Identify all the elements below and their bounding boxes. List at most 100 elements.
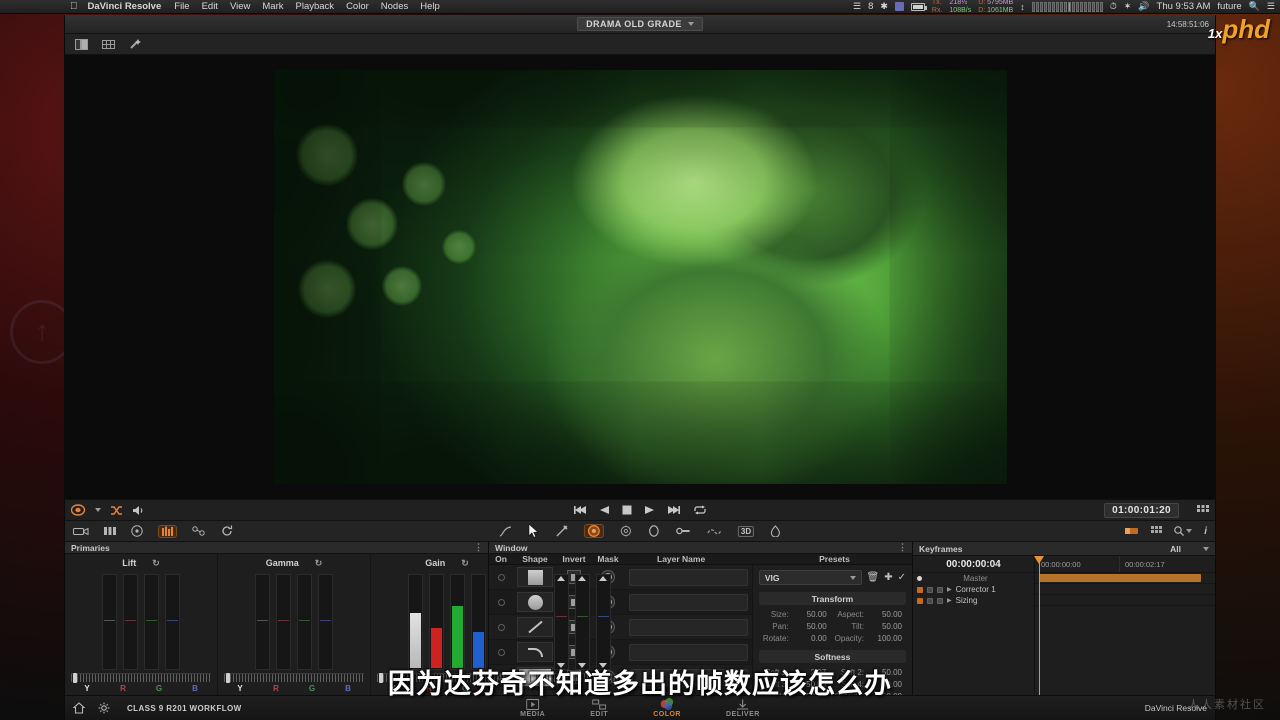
highlight-icon[interactable]: [1125, 526, 1139, 536]
app-indicator-icon[interactable]: [894, 2, 904, 11]
curves-icon[interactable]: [499, 525, 512, 537]
skip-to-end-icon[interactable]: [667, 505, 681, 515]
play-icon[interactable]: [644, 505, 655, 515]
linear-shape-icon[interactable]: [513, 617, 557, 637]
preset-select[interactable]: VIG: [758, 570, 862, 585]
tab-edit[interactable]: EDIT: [590, 699, 608, 718]
loop-icon[interactable]: [693, 505, 707, 515]
grid-view-icon[interactable]: [102, 39, 115, 50]
picker-icon[interactable]: [556, 525, 568, 537]
list-icon[interactable]: ☰: [1267, 1, 1275, 12]
battery-icon[interactable]: [910, 2, 927, 11]
stop-icon[interactable]: [622, 505, 632, 515]
menu-playback[interactable]: Playback: [296, 1, 335, 12]
menu-view[interactable]: View: [230, 1, 250, 12]
param-tilt[interactable]: Tilt: 50.00: [835, 622, 902, 631]
window-enable-toggle[interactable]: [489, 598, 513, 606]
slider-b[interactable]: [471, 574, 486, 670]
reset-icon[interactable]: ↻: [152, 558, 160, 569]
home-icon[interactable]: [73, 702, 85, 714]
layer-name-field[interactable]: [629, 618, 748, 636]
param-opacity[interactable]: Opacity: 100.00: [835, 634, 902, 643]
keyframes-row-corrector1[interactable]: ▶ Corrector 1: [913, 584, 1034, 595]
window-enable-toggle[interactable]: [489, 573, 513, 581]
trash-icon[interactable]: 🗑: [867, 572, 880, 583]
table-row[interactable]: [489, 565, 752, 590]
keyframes-track-corrector1[interactable]: [1035, 584, 1215, 595]
square-shape-icon[interactable]: [513, 567, 557, 587]
reset-icon[interactable]: ↻: [315, 558, 323, 569]
lock-icon[interactable]: [927, 597, 933, 604]
keyframes-track-sizing[interactable]: [1035, 595, 1215, 606]
panel-options-icon[interactable]: ⋮: [898, 542, 907, 553]
menu-nodes[interactable]: Nodes: [381, 1, 408, 12]
slider-y[interactable]: [102, 574, 117, 670]
param-size[interactable]: Size: 50.00: [763, 610, 827, 619]
info-icon[interactable]: i: [1204, 526, 1207, 537]
visibility-icon[interactable]: [937, 586, 943, 593]
reset-icon[interactable]: ↻: [461, 558, 469, 569]
qualifier-icon[interactable]: [620, 525, 632, 537]
slider-g[interactable]: [297, 574, 312, 670]
3d-icon[interactable]: 3D: [737, 525, 755, 537]
slider-b[interactable]: [318, 574, 333, 670]
keyframes-ruler[interactable]: 00:00:00:00 00:00:02:17: [1035, 556, 1215, 573]
color-wheels-icon[interactable]: [583, 524, 604, 538]
keyframes-row-sizing[interactable]: ▶ Sizing: [913, 595, 1034, 606]
table-row[interactable]: [489, 615, 752, 640]
zoom-icon[interactable]: [1174, 526, 1193, 536]
plus-icon[interactable]: ✚: [884, 572, 892, 583]
speaker-icon[interactable]: [132, 505, 146, 516]
chevron-right-icon[interactable]: ▶: [947, 586, 952, 593]
menubar-user[interactable]: future: [1217, 1, 1241, 12]
grid-icon[interactable]: [1151, 526, 1163, 536]
menu-color[interactable]: Color: [346, 1, 369, 12]
lut-icon[interactable]: [131, 525, 143, 537]
slider-b[interactable]: [165, 574, 180, 670]
slider-y[interactable]: [408, 574, 423, 670]
project-selector[interactable]: DRAMA OLD GRADE: [577, 17, 703, 31]
clock-icon[interactable]: ⏱: [1110, 1, 1117, 12]
slider-g[interactable]: [574, 574, 590, 670]
menu-file[interactable]: File: [174, 1, 189, 12]
param-pan[interactable]: Pan: 50.00: [763, 622, 826, 631]
magic-wand-icon[interactable]: [129, 38, 142, 50]
tab-media[interactable]: MEDIA: [520, 698, 545, 718]
menubar-clock[interactable]: Thu 9:53 AM: [1157, 1, 1211, 12]
network-activity-icon[interactable]: ↕: [1020, 2, 1025, 12]
polygon-shape-icon[interactable]: [513, 642, 557, 662]
chevron-down-icon[interactable]: [95, 508, 101, 512]
slider-b[interactable]: [595, 574, 611, 670]
split-view-icon[interactable]: [75, 38, 88, 50]
check-icon[interactable]: ✓: [898, 572, 906, 583]
layer-name-field[interactable]: [629, 593, 748, 611]
chevron-right-icon[interactable]: ▶: [947, 597, 952, 604]
panel-options-icon[interactable]: ⋮: [474, 542, 483, 553]
circle-shape-icon[interactable]: [513, 592, 557, 612]
keyframes-timecode[interactable]: 00:00:00:04: [913, 556, 1034, 573]
menu-edit[interactable]: Edit: [202, 1, 218, 12]
table-row[interactable]: [489, 590, 752, 615]
scopes-icon[interactable]: [158, 524, 177, 538]
volume-icon[interactable]: 🔊: [1138, 1, 1149, 12]
play-reverse-icon[interactable]: [599, 505, 610, 515]
shuffle-icon[interactable]: [110, 505, 123, 516]
nodes-icon[interactable]: [192, 525, 206, 537]
signal-strength-icon[interactable]: ☰: [853, 1, 861, 12]
layer-name-field[interactable]: [629, 568, 748, 586]
window-enable-toggle[interactable]: [489, 648, 513, 656]
keyframes-row-master[interactable]: Master: [913, 573, 1034, 584]
slider-r[interactable]: [123, 574, 138, 670]
color-wheel-icon[interactable]: [71, 504, 86, 516]
window-enable-toggle[interactable]: [489, 623, 513, 631]
slider-y[interactable]: [255, 574, 270, 670]
slider-r[interactable]: [553, 574, 569, 670]
lock-icon[interactable]: [927, 586, 933, 593]
apple-logo-icon[interactable]: : [70, 1, 78, 12]
cpu-meter-icon[interactable]: [1031, 1, 1103, 12]
keyframes-filter[interactable]: All: [1170, 544, 1209, 554]
window-icon[interactable]: [648, 525, 660, 537]
menubar-app-name[interactable]: DaVinci Resolve: [88, 1, 162, 12]
bluetooth-status-icon[interactable]: ✱: [880, 1, 888, 12]
tracker-icon[interactable]: [676, 526, 691, 536]
